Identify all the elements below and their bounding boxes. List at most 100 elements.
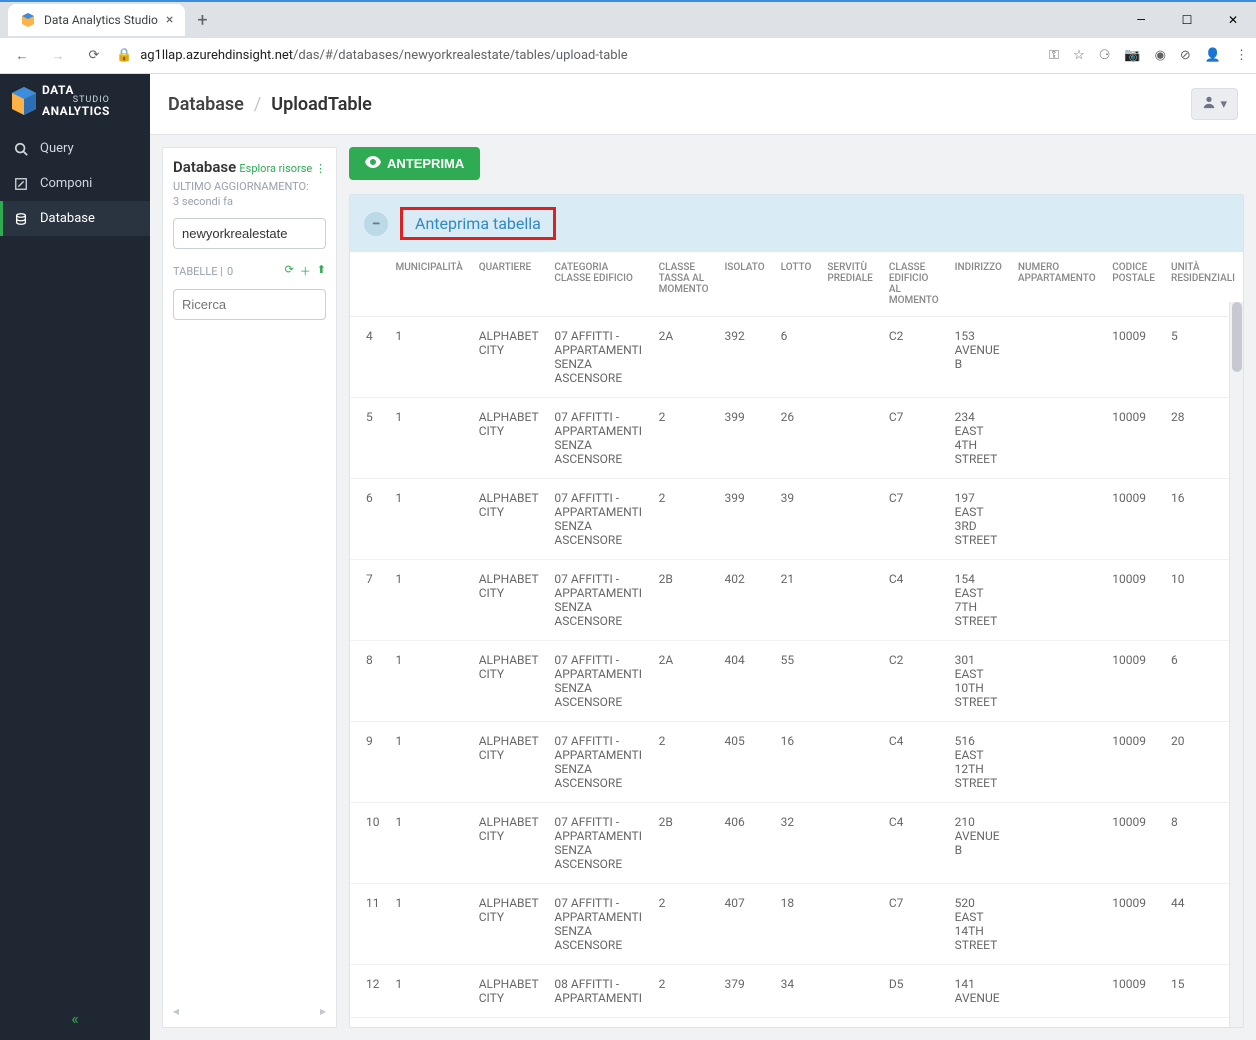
table-cell: 12	[350, 965, 388, 1018]
table-container[interactable]: MUNICIPALITÀQUARTIERECATEGORIA CLASSE ED…	[350, 252, 1243, 1027]
browser-tab-strip: Data Analytics Studio × + — ☐ ✕	[0, 2, 1256, 38]
table-cell: 07 AFFITTI - APPARTAMENTI SENZA ASCENSOR…	[546, 803, 650, 884]
column-header[interactable]: CATEGORIA CLASSE EDIFICIO	[546, 252, 650, 317]
url-text: ag1llap.azurehdinsight.net/das/#/databas…	[140, 48, 627, 63]
table-cell: 07 AFFITTI - APPARTAMENTI SENZA ASCENSOR…	[546, 479, 650, 560]
extension-icon-3[interactable]: ⊘	[1180, 48, 1191, 63]
chevron-left-double-icon: «	[71, 1009, 79, 1028]
table-row[interactable]: 101ALPHABET CITY07 AFFITTI - APPARTAMENT…	[350, 803, 1243, 884]
refresh-icon[interactable]: ⟳	[285, 263, 294, 279]
window-maximize-button[interactable]: ☐	[1164, 5, 1210, 35]
add-table-icon[interactable]: ＋	[300, 263, 311, 279]
column-header[interactable]: CODICE POSTALE	[1104, 252, 1163, 317]
table-row[interactable]: 41ALPHABET CITY07 AFFITTI - APPARTAMENTI…	[350, 317, 1243, 398]
column-header[interactable]: CLASSE TASSA AL MOMENTO	[651, 252, 717, 317]
bookmark-star-icon[interactable]: ☆	[1073, 48, 1085, 63]
url-field[interactable]: 🔒 ag1llap.azurehdinsight.net/das/#/datab…	[116, 48, 1041, 63]
table-cell: 8	[350, 641, 388, 722]
table-cell: 405	[716, 722, 772, 803]
database-name-input[interactable]	[173, 218, 326, 249]
data-table: MUNICIPALITÀQUARTIERECATEGORIA CLASSE ED…	[350, 252, 1243, 1018]
table-search-input[interactable]	[173, 289, 326, 320]
column-header[interactable]: ISOLATO	[716, 252, 772, 317]
close-tab-icon[interactable]: ×	[166, 12, 173, 28]
table-row[interactable]: 61ALPHABET CITY07 AFFITTI - APPARTAMENTI…	[350, 479, 1243, 560]
table-row[interactable]: 81ALPHABET CITY07 AFFITTI - APPARTAMENTI…	[350, 641, 1243, 722]
column-header[interactable]: NUMERO APPARTAMENTO	[1010, 252, 1104, 317]
panel-h-scroll[interactable]: ◂▸	[173, 1005, 326, 1017]
collapse-toggle[interactable]: −	[364, 212, 388, 236]
sidebar-label-compose: Componi	[40, 176, 92, 191]
column-header[interactable]: CLASSE EDIFICIO AL MOMENTO	[881, 252, 947, 317]
table-cell	[819, 884, 880, 965]
table-cell: ALPHABET CITY	[471, 641, 547, 722]
table-cell: 32	[773, 803, 820, 884]
sidebar-label-database: Database	[40, 211, 95, 226]
browser-tab[interactable]: Data Analytics Studio ×	[8, 4, 185, 36]
table-cell: 2	[651, 722, 717, 803]
password-key-icon[interactable]: ⚿	[1049, 48, 1059, 63]
breadcrumb-root[interactable]: Database	[168, 94, 244, 115]
table-cell: 520 EAST 14TH STREET	[947, 884, 1010, 965]
vertical-scrollbar[interactable]	[1229, 302, 1243, 1027]
tables-label: TABELLE |	[173, 265, 223, 278]
tables-count: 0	[227, 265, 233, 278]
new-tab-button[interactable]: +	[185, 10, 219, 31]
table-cell: 39	[773, 479, 820, 560]
table-row[interactable]: 111ALPHABET CITY07 AFFITTI - APPARTAMENT…	[350, 884, 1243, 965]
table-cell: 10009	[1104, 398, 1163, 479]
table-cell	[1010, 884, 1104, 965]
table-cell	[819, 317, 880, 398]
sidebar-item-query[interactable]: Query	[0, 131, 150, 166]
column-header[interactable]: MUNICIPALITÀ	[388, 252, 471, 317]
sidebar-item-database[interactable]: Database	[0, 201, 150, 236]
upload-table-icon[interactable]: ⬆	[317, 263, 326, 279]
sidebar-item-compose[interactable]: Componi	[0, 166, 150, 201]
app-logo: DATA STUDIO ANALYTICS	[0, 74, 150, 131]
extension-icon-1[interactable]: ⚆	[1099, 48, 1111, 63]
column-header[interactable]: SERVITÙ PREDIALE	[819, 252, 880, 317]
table-cell: 7	[350, 560, 388, 641]
table-cell: 6	[773, 317, 820, 398]
table-cell: ALPHABET CITY	[471, 803, 547, 884]
top-bar: Database / UploadTable ▾	[150, 74, 1256, 135]
table-cell	[1010, 803, 1104, 884]
table-cell	[819, 803, 880, 884]
breadcrumb: Database / UploadTable	[168, 94, 372, 115]
panel-title: Anteprima tabella	[415, 214, 541, 233]
nav-forward-button[interactable]: →	[44, 42, 72, 70]
column-header[interactable]: QUARTIERE	[471, 252, 547, 317]
table-cell: 18	[773, 884, 820, 965]
table-row[interactable]: 51ALPHABET CITY07 AFFITTI - APPARTAMENTI…	[350, 398, 1243, 479]
logo-text-3: ANALYTICS	[42, 105, 110, 117]
table-cell	[819, 398, 880, 479]
sidebar-collapse-button[interactable]: «	[0, 997, 150, 1040]
window-minimize-button[interactable]: —	[1118, 5, 1164, 35]
table-cell: 10009	[1104, 317, 1163, 398]
column-header[interactable]: LOTTO	[773, 252, 820, 317]
table-row[interactable]: 121ALPHABET CITY08 AFFITTI - APPARTAMENT…	[350, 965, 1243, 1018]
nav-reload-button[interactable]: ⟳	[80, 42, 108, 70]
extension-icon-2[interactable]: ◉	[1155, 48, 1166, 63]
profile-avatar-icon[interactable]: 👤	[1205, 48, 1221, 63]
browser-menu-icon[interactable]: ⋮	[1235, 48, 1248, 63]
table-cell: 234 EAST 4TH STREET	[947, 398, 1010, 479]
camera-icon[interactable]: 📷	[1124, 48, 1140, 63]
table-cell: C7	[881, 398, 947, 479]
sidebar-label-query: Query	[40, 141, 74, 156]
column-header[interactable]: INDIRIZZO	[947, 252, 1010, 317]
user-menu-button[interactable]: ▾	[1191, 88, 1238, 120]
preview-button[interactable]: ANTEPRIMA	[349, 147, 480, 180]
table-cell	[1010, 965, 1104, 1018]
window-controls: — ☐ ✕	[1118, 5, 1256, 35]
table-row[interactable]: 91ALPHABET CITY07 AFFITTI - APPARTAMENTI…	[350, 722, 1243, 803]
nav-back-button[interactable]: ←	[8, 42, 36, 70]
table-row[interactable]: 71ALPHABET CITY07 AFFITTI - APPARTAMENTI…	[350, 560, 1243, 641]
explore-link[interactable]: Esplora risorse ⋮	[239, 162, 326, 175]
table-cell: 406	[716, 803, 772, 884]
table-cell: 2B	[651, 803, 717, 884]
window-close-button[interactable]: ✕	[1210, 5, 1256, 35]
table-cell: 1	[388, 722, 471, 803]
logo-icon	[8, 85, 40, 117]
table-cell: 9	[350, 722, 388, 803]
